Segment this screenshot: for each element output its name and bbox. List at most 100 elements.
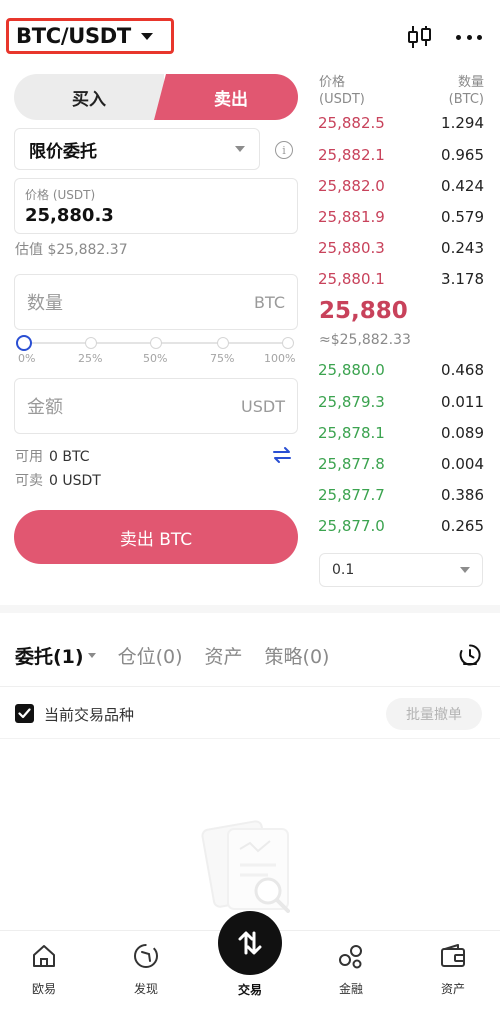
empty-state-illustration <box>198 815 308 925</box>
slider-stop-25[interactable] <box>85 337 97 349</box>
orderbook-bid-row[interactable]: 25,879.3 0.011 <box>318 393 484 411</box>
nav-discover[interactable]: 发现 <box>111 941 181 997</box>
ask-qty: 0.579 <box>441 208 484 226</box>
bid-price: 25,877.7 <box>318 486 385 504</box>
orderbook-ask-row[interactable]: 25,880.3 0.243 <box>318 239 484 257</box>
chevron-down-icon <box>140 32 153 40</box>
slider-mark: 75% <box>210 352 235 365</box>
wallet-icon <box>441 944 465 967</box>
bid-qty: 0.011 <box>441 393 484 411</box>
bottom-tab-bar: 欧易 发现 交易 金融 资产 <box>0 911 500 1025</box>
ask-qty: 3.178 <box>441 270 484 288</box>
orderbook-bid-row[interactable]: 25,877.8 0.004 <box>318 455 484 473</box>
candlestick-icon[interactable] <box>406 24 434 50</box>
amount-unit: USDT <box>241 396 285 416</box>
bid-price: 25,877.8 <box>318 455 385 473</box>
ask-price: 25,880.1 <box>318 270 385 288</box>
current-pair-label[interactable]: 当前交易品种 <box>44 704 134 725</box>
orderbook-ask-row[interactable]: 25,882.0 0.424 <box>318 177 484 195</box>
available-value: 0 BTC <box>49 449 90 465</box>
cancel-all-button[interactable]: 批量撤单 <box>386 698 482 730</box>
tabs-divider <box>0 686 500 687</box>
chevron-down-icon <box>87 652 96 658</box>
amount-placeholder: 金额 <box>27 397 63 418</box>
price-label: 价格 (USDT) <box>25 188 96 202</box>
nav-assets[interactable]: 资产 <box>418 941 488 997</box>
bid-qty: 0.386 <box>441 486 484 504</box>
ask-price: 25,882.5 <box>318 114 385 132</box>
ask-qty: 0.424 <box>441 177 484 195</box>
orderbook-bid-row[interactable]: 25,878.1 0.089 <box>318 424 484 442</box>
finance-icon <box>339 945 362 969</box>
info-icon[interactable]: i <box>275 141 293 159</box>
nav-discover-label: 发现 <box>133 982 158 996</box>
ask-price: 25,880.3 <box>318 239 385 257</box>
nav-home[interactable]: 欧易 <box>9 941 79 997</box>
bid-price: 25,880.0 <box>318 361 385 379</box>
pair-selector[interactable]: BTC/USDT <box>6 18 174 54</box>
slider-handle[interactable] <box>16 335 32 351</box>
order-type-label: 限价委托 <box>29 141 97 162</box>
current-pair-checkbox[interactable] <box>15 704 34 723</box>
orderbook-ask-row[interactable]: 25,881.9 0.579 <box>318 208 484 226</box>
buy-tab[interactable]: 买入 <box>14 74 164 120</box>
tab-strategies[interactable]: 策略(0) <box>265 642 330 669</box>
bid-qty: 0.089 <box>441 424 484 442</box>
orders-tabs: 委托(1) 仓位(0) 资产 策略(0) <box>15 640 329 670</box>
sellable-value: 0 USDT <box>49 473 101 489</box>
slider-stop-100[interactable] <box>282 337 294 349</box>
depth-select[interactable]: 0.1 <box>319 553 483 587</box>
slider-stop-75[interactable] <box>217 337 229 349</box>
discover-icon <box>134 944 158 968</box>
bid-price: 25,877.0 <box>318 517 385 535</box>
ask-qty: 1.294 <box>441 114 484 132</box>
quantity-placeholder: 数量 <box>27 293 63 314</box>
tab-orders-label: 委托(1) <box>15 645 84 668</box>
slider-mark: 25% <box>78 352 103 365</box>
last-price[interactable]: 25,880 <box>319 298 408 324</box>
price-input[interactable]: 价格 (USDT) 25,880.3 <box>14 178 298 234</box>
orderbook-bid-row[interactable]: 25,877.0 0.265 <box>318 517 484 535</box>
side-toggle: 买入 卖出 <box>14 74 298 120</box>
slider-mark: 100% <box>264 352 296 365</box>
orderbook-bid-row[interactable]: 25,880.0 0.468 <box>318 361 484 379</box>
ask-price: 25,882.1 <box>318 146 385 164</box>
nav-finance-label: 金融 <box>338 982 363 996</box>
amount-input[interactable]: 金额 USDT <box>14 378 298 434</box>
more-dots-icon[interactable] <box>456 24 482 50</box>
orderbook-ask-row[interactable]: 25,882.1 0.965 <box>318 146 484 164</box>
ask-price: 25,881.9 <box>318 208 385 226</box>
swap-arrows-icon[interactable] <box>272 446 292 464</box>
orderbook-ask-row[interactable]: 25,880.1 3.178 <box>318 270 484 288</box>
section-divider <box>0 605 500 613</box>
filter-divider <box>0 738 500 739</box>
orderbook-bid-row[interactable]: 25,877.7 0.386 <box>318 486 484 504</box>
nav-trade[interactable] <box>218 911 282 975</box>
chevron-down-icon <box>460 567 470 573</box>
slider-mark: 0% <box>18 352 36 365</box>
chevron-down-icon <box>235 146 245 152</box>
slider-stop-50[interactable] <box>150 337 162 349</box>
nav-finance[interactable]: 金融 <box>316 941 386 997</box>
sell-btc-button[interactable]: 卖出 BTC <box>14 510 298 564</box>
sell-tab[interactable]: 卖出 <box>154 74 298 120</box>
bid-price: 25,879.3 <box>318 393 385 411</box>
bid-qty: 0.468 <box>441 361 484 379</box>
ask-qty: 0.243 <box>441 239 484 257</box>
bid-price: 25,878.1 <box>318 424 385 442</box>
nav-home-label: 欧易 <box>31 982 56 996</box>
history-icon[interactable] <box>458 643 482 667</box>
quantity-slider[interactable]: 0% 25% 50% 75% 100% <box>14 332 298 368</box>
bid-qty: 0.265 <box>441 517 484 535</box>
tab-assets[interactable]: 资产 <box>205 642 243 669</box>
home-icon <box>33 945 55 967</box>
tab-positions[interactable]: 仓位(0) <box>118 642 183 669</box>
ask-price: 25,882.0 <box>318 177 385 195</box>
order-type-select[interactable]: 限价委托 <box>14 128 260 170</box>
tab-orders[interactable]: 委托(1) <box>15 642 96 669</box>
sellable-label: 可卖 <box>15 473 43 489</box>
orderbook-ask-row[interactable]: 25,882.5 1.294 <box>318 114 484 132</box>
price-value[interactable]: 25,880.3 <box>25 205 287 226</box>
quantity-input[interactable]: 数量 BTC <box>14 274 298 330</box>
sellable-row: 可卖 0 USDT <box>15 470 101 490</box>
